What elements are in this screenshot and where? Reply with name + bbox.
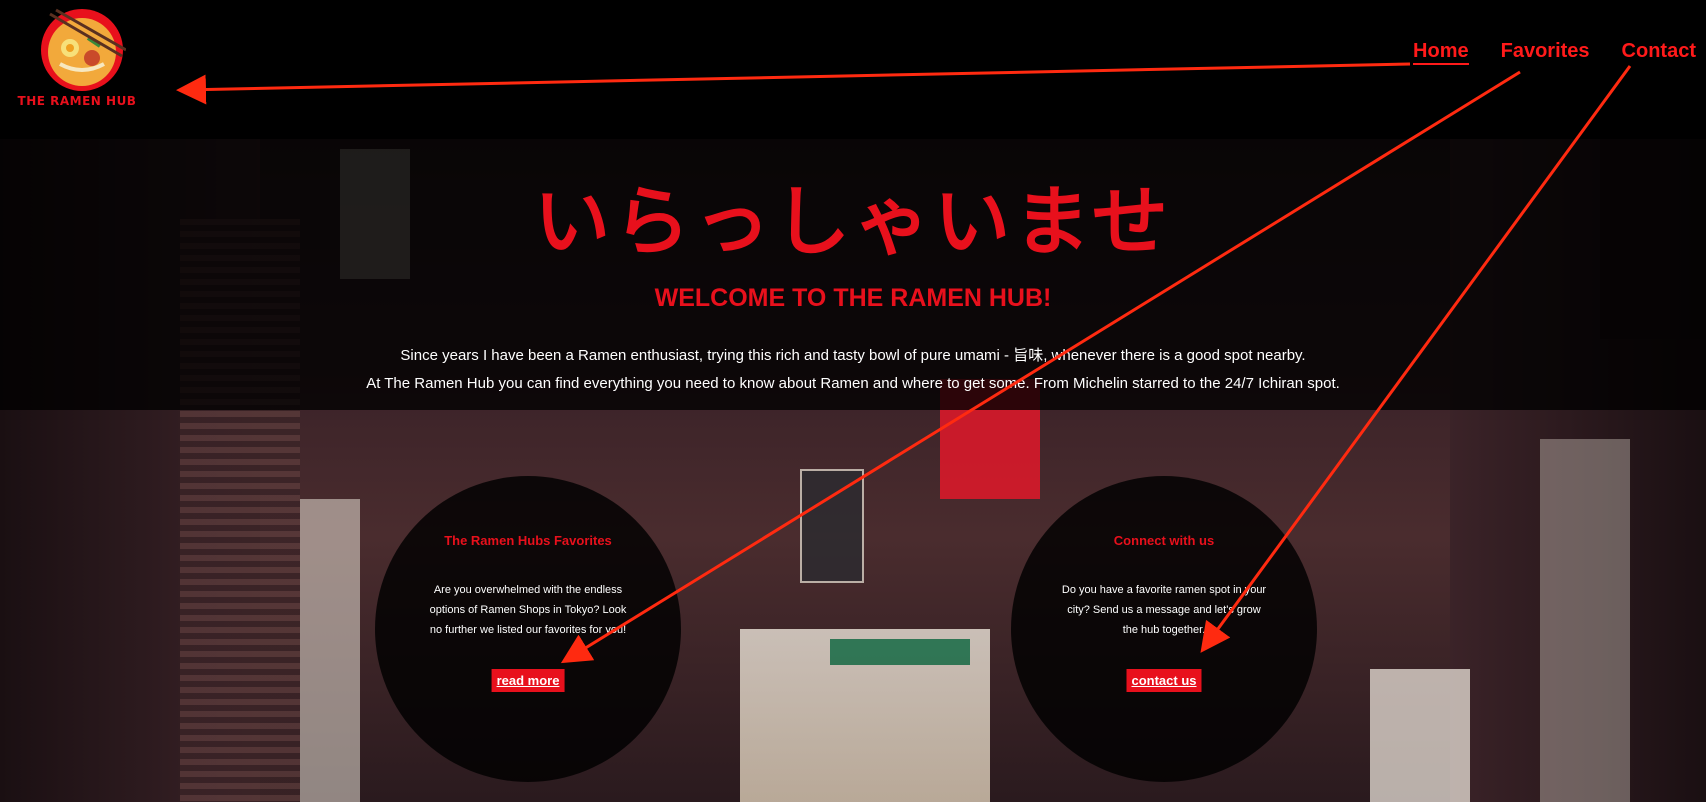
favorites-card-text: Are you overwhelmed with the endless opt… bbox=[429, 584, 627, 636]
favorites-card: The Ramen Hubs Favorites Are you overwhe… bbox=[375, 476, 681, 782]
welcome-title: WELCOME TO THE RAMEN HUB! bbox=[654, 284, 1052, 312]
read-more-button[interactable]: read more bbox=[491, 669, 565, 692]
site-header: THE RAMEN HUB Home Favorites Contact bbox=[0, 0, 1706, 139]
nav-home[interactable]: Home bbox=[1413, 40, 1469, 65]
favorites-card-title: The Ramen Hubs Favorites bbox=[444, 533, 612, 548]
main-nav: Home Favorites Contact bbox=[1413, 40, 1696, 65]
intro-line-1: Since years I have been a Ramen enthusia… bbox=[400, 347, 1306, 364]
nav-contact[interactable]: Contact bbox=[1622, 40, 1696, 65]
logo-text: THE RAMEN HUB bbox=[17, 94, 137, 108]
nav-favorites[interactable]: Favorites bbox=[1501, 40, 1590, 65]
contact-card-title: Connect with us bbox=[1113, 533, 1215, 548]
contact-card-text: Do you have a favorite ramen spot in you… bbox=[1061, 584, 1267, 636]
japanese-welcome-title: いらっしゃいませ bbox=[534, 177, 1172, 266]
intro-text: Since years I have been a Ramen enthusia… bbox=[0, 342, 1706, 398]
contact-card: Connect with us Do you have a favorite r… bbox=[1011, 476, 1317, 782]
logo[interactable]: THE RAMEN HUB bbox=[14, 6, 140, 108]
intro-line-2: At The Ramen Hub you can find everything… bbox=[366, 375, 1340, 392]
ramen-bowl-icon bbox=[41, 8, 126, 91]
contact-us-button[interactable]: contact us bbox=[1126, 669, 1202, 692]
